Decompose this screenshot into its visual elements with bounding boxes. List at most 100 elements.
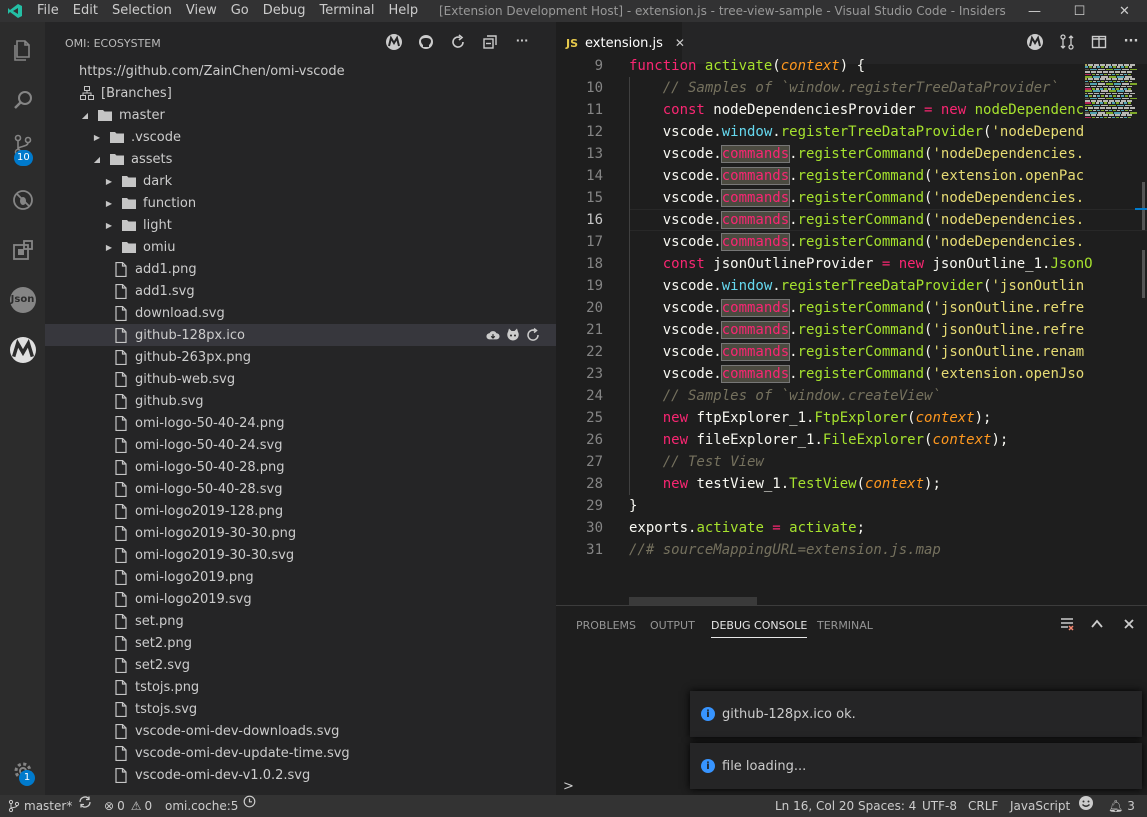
json-icon[interactable]: Json <box>0 277 45 322</box>
tree-file[interactable]: github-web.svg <box>45 368 556 390</box>
tree-file[interactable]: vscode-omi-dev-v1.0.2.svg <box>45 764 556 786</box>
editor-more-icon[interactable]: ··· <box>1115 34 1147 50</box>
collapsed-chevron-icon[interactable]: ▶ <box>103 221 115 230</box>
maximize-panel-icon[interactable] <box>1089 616 1105 632</box>
refresh-icon[interactable] <box>442 34 474 50</box>
code-line[interactable]: 9 function activate(context) { <box>556 55 1147 77</box>
tab-terminal[interactable]: TERMINAL <box>817 618 873 634</box>
code-line[interactable]: 24 // Samples of `window.createView` <box>556 385 1147 407</box>
code-line[interactable]: 25 new ftpExplorer_1.FtpExplorer(context… <box>556 407 1147 429</box>
branch-status[interactable]: master* <box>8 795 72 817</box>
collapse-all-icon[interactable] <box>474 34 506 50</box>
tree-file[interactable]: omi-logo2019-128.png <box>45 500 556 522</box>
notification-toast[interactable]: i file loading... <box>690 743 1142 789</box>
menu-go[interactable]: Go <box>224 0 256 22</box>
tree-file[interactable]: add1.png <box>45 258 556 280</box>
language-mode[interactable]: JavaScript <box>1010 795 1070 817</box>
indentation[interactable]: Spaces: 4 <box>858 795 916 817</box>
tree-file[interactable]: omi-logo2019.svg <box>45 588 556 610</box>
tree-folder[interactable]: ▶ omiu <box>45 236 556 258</box>
code-line[interactable]: 20 vscode.commands.registerCommand('json… <box>556 297 1147 319</box>
collapsed-chevron-icon[interactable]: ▶ <box>91 133 103 142</box>
tree-file[interactable]: omi-logo-50-40-28.svg <box>45 478 556 500</box>
line-ending[interactable]: CRLF <box>968 795 998 817</box>
collapsed-chevron-icon[interactable]: ▶ <box>103 243 115 252</box>
code-line[interactable]: 31 //# sourceMappingURL=extension.js.map <box>556 539 1147 561</box>
refresh-file-icon[interactable] <box>526 327 540 343</box>
code-line[interactable]: 14 vscode.commands.registerCommand('exte… <box>556 165 1147 187</box>
tree-file[interactable]: tstojs.png <box>45 676 556 698</box>
tree-folder[interactable]: ▶ .vscode <box>45 126 556 148</box>
cursor-position[interactable]: Ln 16, Col 20 <box>775 795 854 817</box>
menu-file[interactable]: File <box>30 0 66 22</box>
tree-file[interactable]: tstojs.svg <box>45 698 556 720</box>
more-actions-icon[interactable]: ··· <box>506 34 538 50</box>
menu-debug[interactable]: Debug <box>256 0 313 22</box>
code-line[interactable]: 30 exports.activate = activate; <box>556 517 1147 539</box>
tree-file[interactable]: omi-logo-50-40-24.svg <box>45 434 556 456</box>
tree-file[interactable]: add1.svg <box>45 280 556 302</box>
tree-file[interactable]: github-263px.png <box>45 346 556 368</box>
sync-icon[interactable] <box>78 795 92 809</box>
tree-file[interactable]: omi-logo2019-30-30.png <box>45 522 556 544</box>
console-prompt[interactable]: > <box>563 779 574 794</box>
menu-edit[interactable]: Edit <box>66 0 105 22</box>
debug-icon[interactable] <box>0 177 45 222</box>
code-line[interactable]: 21 vscode.commands.registerCommand('json… <box>556 319 1147 341</box>
code-line[interactable]: 29} <box>556 495 1147 517</box>
menu-selection[interactable]: Selection <box>105 0 179 22</box>
code-line[interactable]: 11 const nodeDependenciesProvider = new … <box>556 99 1147 121</box>
code-line[interactable]: 17 vscode.commands.registerCommand('node… <box>556 231 1147 253</box>
code-line[interactable]: 28 new testView_1.TestView(context); <box>556 473 1147 495</box>
menu-help[interactable]: Help <box>381 0 425 22</box>
tree-file[interactable]: set.png <box>45 610 556 632</box>
encoding[interactable]: UTF-8 <box>922 795 957 817</box>
expanded-chevron-icon[interactable]: ◢ <box>79 111 91 120</box>
tab-problems[interactable]: PROBLEMS <box>576 618 636 634</box>
clock-icon[interactable] <box>243 795 256 808</box>
tree-folder[interactable]: ▶ dark <box>45 170 556 192</box>
tree-file[interactable]: set2.png <box>45 632 556 654</box>
tree-file[interactable]: vscode-omi-dev-update-time.svg <box>45 742 556 764</box>
code-line[interactable]: 23 vscode.commands.registerCommand('exte… <box>556 363 1147 385</box>
horizontal-scrollbar[interactable] <box>629 597 757 605</box>
expanded-chevron-icon[interactable]: ◢ <box>91 155 103 164</box>
menu-terminal[interactable]: Terminal <box>313 0 382 22</box>
code-line[interactable]: 15 vscode.commands.registerCommand('node… <box>556 187 1147 209</box>
close-tab-icon[interactable]: ✕ <box>675 36 685 50</box>
explorer-icon[interactable] <box>0 27 45 72</box>
minimap[interactable] <box>1083 64 1137 124</box>
tree-link[interactable]: https://github.com/ZainChen/omi-vscode <box>45 60 556 82</box>
tab-output[interactable]: OUTPUT <box>650 618 695 634</box>
tree-folder[interactable]: ◢ assets <box>45 148 556 170</box>
omi-logo-icon[interactable] <box>378 34 410 50</box>
settings-gear-icon[interactable]: 1 <box>0 748 45 793</box>
code-line[interactable]: 26 new fileExplorer_1.FileExplorer(conte… <box>556 429 1147 451</box>
github-icon[interactable] <box>410 34 442 50</box>
extensions-icon[interactable] <box>0 227 45 272</box>
minimize-icon[interactable]: — <box>1012 0 1057 22</box>
editor-scrollbar[interactable] <box>1133 64 1147 605</box>
cloud-download-icon[interactable] <box>486 327 500 343</box>
tree-file[interactable]: omi-logo-50-40-28.png <box>45 456 556 478</box>
tree-file[interactable]: omi-logo2019-30-30.svg <box>45 544 556 566</box>
tree-file[interactable]: download.svg <box>45 302 556 324</box>
code-line[interactable]: 18 const jsonOutlineProvider = new jsonO… <box>556 253 1147 275</box>
clear-console-icon[interactable] <box>1059 616 1075 632</box>
code-line[interactable]: 13 vscode.commands.registerCommand('node… <box>556 143 1147 165</box>
omi-icon[interactable] <box>0 327 45 372</box>
problems-status[interactable]: ⊗ 0 ⚠ 0 <box>104 795 152 817</box>
open-changes-icon[interactable] <box>1051 34 1083 50</box>
omi-status[interactable]: omi.coche:5 <box>165 795 238 817</box>
collapsed-chevron-icon[interactable]: ▶ <box>103 177 115 186</box>
code-line[interactable]: 10 // Samples of `window.registerTreeDat… <box>556 77 1147 99</box>
source-control-icon[interactable]: 10 <box>0 122 45 167</box>
code-line[interactable]: 16 vscode.commands.registerCommand('node… <box>556 209 1147 231</box>
tree-folder[interactable]: ▶ function <box>45 192 556 214</box>
tree-branches[interactable]: [Branches] <box>45 82 556 104</box>
code-line[interactable]: 12 vscode.window.registerTreeDataProvide… <box>556 121 1147 143</box>
tree-file[interactable]: omi-logo-50-40-24.png <box>45 412 556 434</box>
tree-file[interactable]: vscode-omi-dev-downloads.svg <box>45 720 556 742</box>
menu-view[interactable]: View <box>179 0 224 22</box>
close-panel-icon[interactable] <box>1121 616 1137 632</box>
